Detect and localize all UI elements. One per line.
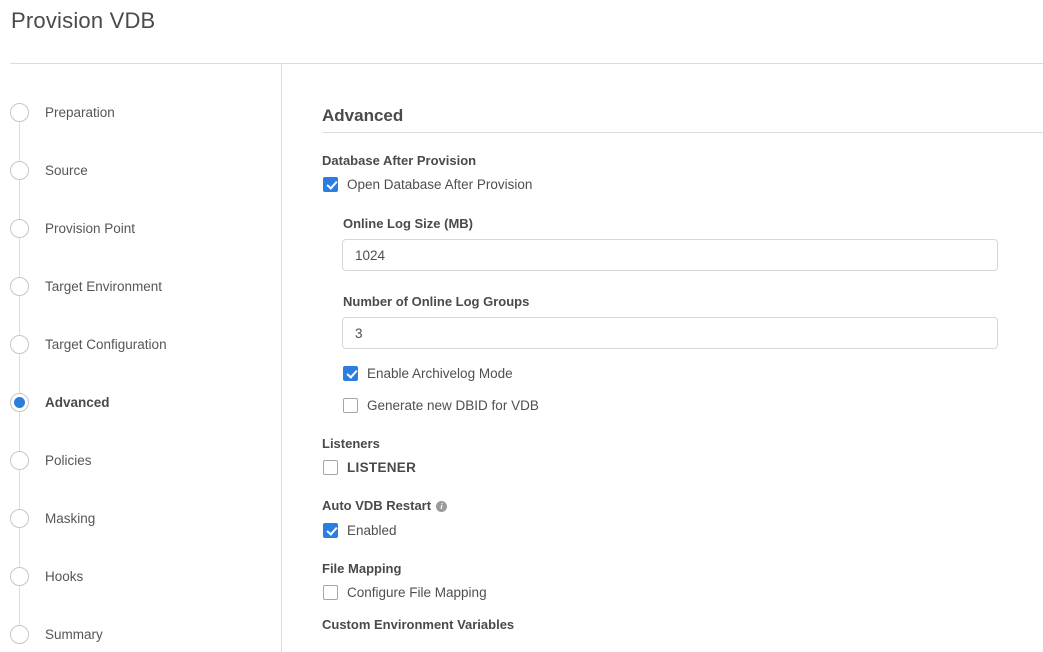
wizard-stepper-sidebar: Preparation Source Provision Point Targe… (0, 64, 282, 652)
panel-heading: Advanced (322, 106, 403, 126)
step-label: Summary (45, 627, 103, 642)
step-label: Preparation (45, 105, 115, 120)
step-label: Masking (45, 511, 95, 526)
auto-vdb-restart-label: Auto VDB Restart i (322, 498, 447, 513)
step-circle-icon (10, 567, 29, 586)
step-label: Target Environment (45, 279, 162, 294)
step-label: Policies (45, 453, 92, 468)
advanced-step-panel: Advanced Database After Provision Open D… (283, 64, 1043, 652)
provision-vdb-wizard: Provision VDB Preparation Source Provisi… (0, 0, 1043, 652)
step-label: Provision Point (45, 221, 135, 236)
generate-dbid-checkbox-row: Generate new DBID for VDB (343, 395, 539, 415)
open-database-checkbox-row: Open Database After Provision (323, 174, 532, 194)
auto-restart-enabled-label: Enabled (347, 523, 397, 538)
online-log-size-input[interactable] (342, 239, 998, 271)
listener-label: LISTENER (347, 460, 416, 475)
step-circle-icon (10, 277, 29, 296)
step-provision-point[interactable]: Provision Point (0, 199, 281, 257)
step-hooks[interactable]: Hooks (0, 547, 281, 605)
step-circle-icon (10, 451, 29, 470)
step-circle-icon (10, 103, 29, 122)
step-source[interactable]: Source (0, 141, 281, 199)
generate-dbid-checkbox[interactable] (343, 398, 358, 413)
generate-dbid-label: Generate new DBID for VDB (367, 398, 539, 413)
stepper-steps: Preparation Source Provision Point Targe… (0, 83, 281, 652)
panel-heading-divider (322, 132, 1043, 133)
configure-file-mapping-label: Configure File Mapping (347, 585, 487, 600)
step-policies[interactable]: Policies (0, 431, 281, 489)
auto-restart-enabled-checkbox-row: Enabled (323, 520, 397, 540)
step-label: Target Configuration (45, 337, 167, 352)
listeners-label: Listeners (322, 436, 380, 451)
step-masking[interactable]: Masking (0, 489, 281, 547)
custom-env-vars-label: Custom Environment Variables (322, 617, 514, 632)
step-summary[interactable]: Summary (0, 605, 281, 652)
step-label: Advanced (45, 395, 110, 410)
open-database-checkbox[interactable] (323, 177, 338, 192)
step-circle-icon (10, 219, 29, 238)
step-preparation[interactable]: Preparation (0, 83, 281, 141)
step-advanced[interactable]: Advanced (0, 373, 281, 431)
info-icon[interactable]: i (436, 501, 447, 512)
page-title: Provision VDB (11, 8, 155, 34)
enable-archivelog-checkbox-row: Enable Archivelog Mode (343, 363, 513, 383)
enable-archivelog-checkbox[interactable] (343, 366, 358, 381)
step-circle-icon (10, 509, 29, 528)
configure-file-mapping-checkbox-row: Configure File Mapping (323, 582, 487, 602)
online-log-groups-label: Number of Online Log Groups (343, 294, 529, 309)
configure-file-mapping-checkbox[interactable] (323, 585, 338, 600)
step-target-configuration[interactable]: Target Configuration (0, 315, 281, 373)
online-log-groups-input[interactable] (342, 317, 998, 349)
database-after-provision-label: Database After Provision (322, 153, 476, 168)
online-log-size-label: Online Log Size (MB) (343, 216, 473, 231)
listener-checkbox-row: LISTENER (323, 457, 416, 477)
step-target-environment[interactable]: Target Environment (0, 257, 281, 315)
enable-archivelog-label: Enable Archivelog Mode (367, 366, 513, 381)
step-circle-icon (10, 393, 29, 412)
listener-checkbox[interactable] (323, 460, 338, 475)
step-label: Source (45, 163, 88, 178)
open-database-label: Open Database After Provision (347, 177, 532, 192)
step-circle-icon (10, 625, 29, 644)
step-circle-icon (10, 335, 29, 354)
step-label: Hooks (45, 569, 83, 584)
file-mapping-label: File Mapping (322, 561, 401, 576)
auto-restart-enabled-checkbox[interactable] (323, 523, 338, 538)
step-circle-icon (10, 161, 29, 180)
auto-vdb-restart-text: Auto VDB Restart (322, 498, 431, 513)
